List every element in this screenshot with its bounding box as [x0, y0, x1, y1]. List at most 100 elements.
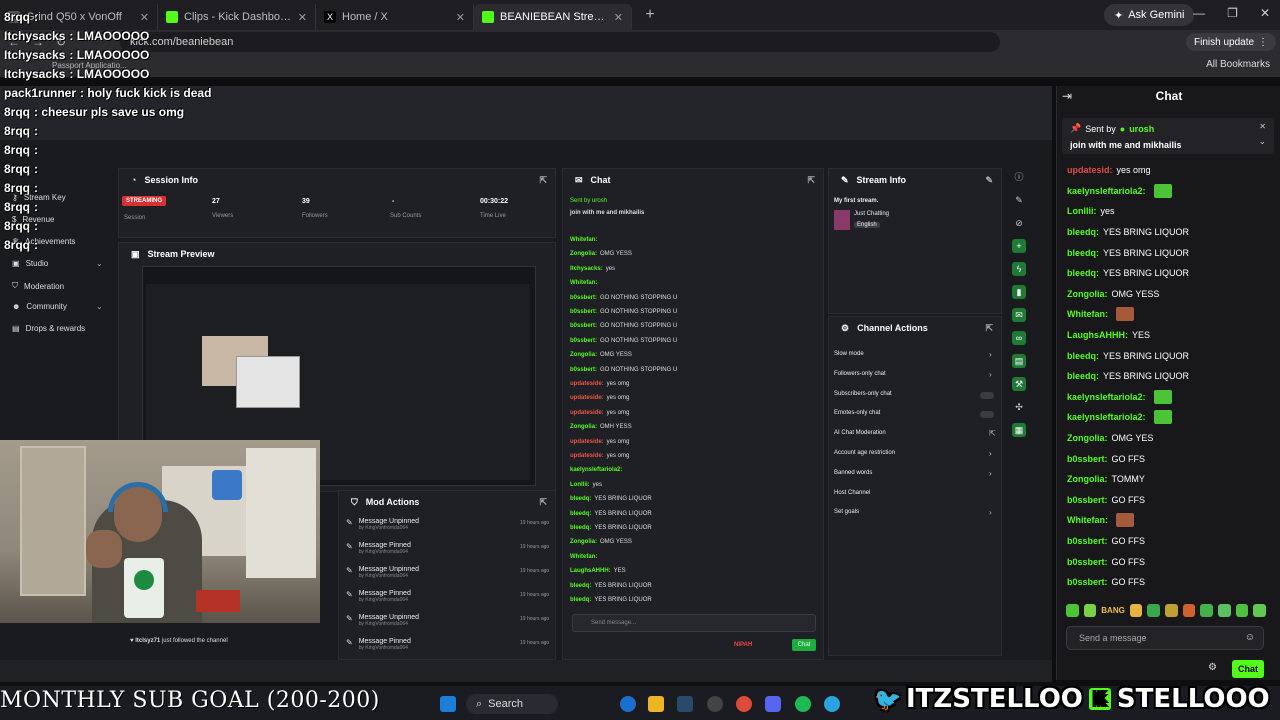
- telegram-icon[interactable]: [824, 696, 840, 712]
- pencil-icon[interactable]: ✎: [1012, 193, 1026, 207]
- close-icon[interactable]: ✕: [614, 11, 623, 24]
- external-link-icon[interactable]: ⇱: [989, 429, 996, 438]
- discord-icon[interactable]: [765, 696, 781, 712]
- chat-username[interactable]: bleedq:: [1067, 248, 1099, 258]
- channel-action-item[interactable]: Host Channel: [834, 490, 870, 496]
- emote-icon[interactable]: [1066, 603, 1079, 617]
- plus-icon[interactable]: +: [1012, 239, 1026, 253]
- sidebar-item-community[interactable]: ☻ Community ⌄: [12, 302, 103, 311]
- popout-icon[interactable]: ⇱: [985, 323, 993, 334]
- popout-icon[interactable]: ⇱: [539, 175, 547, 186]
- close-icon[interactable]: ✕: [456, 11, 465, 24]
- chevron-right-icon[interactable]: ›: [989, 508, 992, 517]
- chat-username[interactable]: Zongolia:: [1067, 474, 1108, 484]
- minimize-icon[interactable]: —: [1193, 6, 1205, 20]
- channel-action-item[interactable]: Emotes-only chat: [834, 410, 880, 416]
- chat-username[interactable]: kaelynsleftariola2:: [1067, 412, 1146, 422]
- chat-send-button[interactable]: Chat: [1232, 660, 1264, 678]
- channel-action-item[interactable]: Account age restriction: [834, 450, 895, 456]
- chat-username[interactable]: b0ssbert:: [1067, 536, 1108, 546]
- chat-username[interactable]: Zongolia:: [1067, 433, 1108, 443]
- chat-username[interactable]: LaughsAHHH:: [1067, 330, 1128, 340]
- chat-username[interactable]: bleedq:: [1067, 227, 1099, 237]
- emote-icon[interactable]: [1147, 603, 1161, 617]
- channel-action-item[interactable]: AI Chat Moderation: [834, 430, 886, 436]
- chat-username[interactable]: Whitefan:: [1067, 309, 1108, 319]
- edge-icon[interactable]: [620, 696, 636, 712]
- unpin-icon[interactable]: ✕: [1259, 122, 1266, 131]
- channel-action-item[interactable]: Set goals: [834, 509, 859, 515]
- inner-chat-button[interactable]: Chat: [792, 639, 816, 651]
- chat-username[interactable]: kaelynsleftariola2:: [1067, 186, 1146, 196]
- sidebar-item-studio[interactable]: ▣ Studio ⌄: [12, 259, 103, 268]
- chat-username[interactable]: b0ssbert:: [1067, 454, 1108, 464]
- emote-icon[interactable]: [1083, 603, 1097, 617]
- ask-gemini-button[interactable]: ✦ Ask Gemini: [1104, 4, 1195, 26]
- chevron-right-icon[interactable]: ›: [989, 370, 992, 379]
- emote-icon[interactable]: [1218, 603, 1231, 617]
- channel-action-item[interactable]: Subscribers-only chat: [834, 391, 892, 397]
- chat-username[interactable]: kaelynsleftariola2:: [1067, 392, 1146, 402]
- emote-icon[interactable]: [1165, 603, 1178, 617]
- sidebar-item-moderation[interactable]: ⛉ Moderation: [12, 281, 64, 291]
- chevron-right-icon[interactable]: ›: [989, 350, 992, 359]
- settings-icon[interactable]: [707, 696, 723, 712]
- chat-username[interactable]: Lonllii:: [1067, 206, 1097, 216]
- all-bookmarks[interactable]: All Bookmarks: [1206, 59, 1270, 70]
- edit-icon[interactable]: ✎: [985, 175, 993, 186]
- chat-username[interactable]: Whitefan:: [1067, 515, 1108, 525]
- steam-icon[interactable]: [677, 696, 693, 712]
- maximize-icon[interactable]: ❐: [1227, 6, 1238, 20]
- pinned-message[interactable]: 📌 Sent by ● urosh join with me and mikha…: [1062, 118, 1274, 154]
- emote-icon[interactable]: [1129, 603, 1143, 617]
- inner-send-message-input[interactable]: Send message...: [572, 614, 816, 632]
- finish-update-button[interactable]: Finish update ⋮: [1186, 33, 1277, 51]
- chat-username[interactable]: updatesid:: [1067, 165, 1113, 175]
- popout-icon[interactable]: ⇱: [807, 175, 815, 186]
- emote-text[interactable]: BANG: [1101, 606, 1125, 615]
- new-tab-button[interactable]: +: [638, 3, 662, 27]
- emote-icon[interactable]: [1200, 603, 1214, 617]
- chevron-right-icon[interactable]: ›: [989, 469, 992, 478]
- chat-username[interactable]: b0ssbert:: [1067, 557, 1108, 567]
- grid-icon[interactable]: ▦: [1012, 423, 1026, 437]
- url-field[interactable]: kick.com/beaniebean: [120, 32, 1000, 52]
- taskbar-search[interactable]: ⌕ Search: [466, 694, 558, 714]
- info-icon[interactable]: ⓘ: [1012, 170, 1026, 184]
- emote-icon[interactable]: [1235, 603, 1249, 617]
- send-message-input[interactable]: Send a message ☺: [1066, 626, 1264, 650]
- emoji-icon[interactable]: ☺: [1245, 632, 1255, 643]
- chat-username[interactable]: bleedq:: [1067, 351, 1099, 361]
- tool-icon[interactable]: ⚒: [1012, 377, 1026, 391]
- spotify-icon[interactable]: [795, 696, 811, 712]
- gift-icon[interactable]: ▤: [1012, 354, 1026, 368]
- browser-tab-active[interactable]: BEANIEBEAN Stream - Wat ✕: [474, 4, 632, 30]
- browser-tab[interactable]: X Home / X ✕: [316, 4, 474, 30]
- close-window-icon[interactable]: ✕: [1260, 6, 1270, 20]
- chat-username[interactable]: b0ssbert:: [1067, 495, 1108, 505]
- gear-icon[interactable]: ⚙: [1208, 662, 1217, 673]
- toggle-switch[interactable]: [980, 411, 994, 419]
- link-icon[interactable]: ∞: [1012, 331, 1026, 345]
- chat-username[interactable]: bleedq:: [1067, 268, 1099, 278]
- trash-icon[interactable]: ▮: [1012, 285, 1026, 299]
- emote-icon[interactable]: [1182, 603, 1196, 617]
- block-icon[interactable]: ⊘: [1012, 216, 1026, 230]
- channel-action-item[interactable]: Banned words: [834, 470, 872, 476]
- puzzle-icon[interactable]: ✣: [1012, 400, 1026, 414]
- close-icon[interactable]: ✕: [298, 11, 307, 24]
- chat-icon[interactable]: ✉: [1012, 308, 1026, 322]
- channel-action-item[interactable]: Slow mode: [834, 351, 864, 357]
- chat-username[interactable]: bleedq:: [1067, 371, 1099, 381]
- chevron-down-icon[interactable]: ⌄: [1258, 136, 1266, 147]
- popout-icon[interactable]: ⇱: [539, 497, 547, 508]
- chat-username[interactable]: Zongolia:: [1067, 289, 1108, 299]
- emote-icon[interactable]: [1253, 603, 1266, 617]
- file-explorer-icon[interactable]: [648, 696, 664, 712]
- chat-username[interactable]: b0ssbert:: [1067, 577, 1108, 587]
- channel-action-item[interactable]: Followers-only chat: [834, 371, 886, 377]
- chevron-right-icon[interactable]: ›: [989, 449, 992, 458]
- chrome-icon[interactable]: [736, 696, 752, 712]
- sidebar-item-drops[interactable]: ▤ Drops & rewards: [12, 324, 85, 333]
- windows-start-icon[interactable]: [440, 696, 456, 712]
